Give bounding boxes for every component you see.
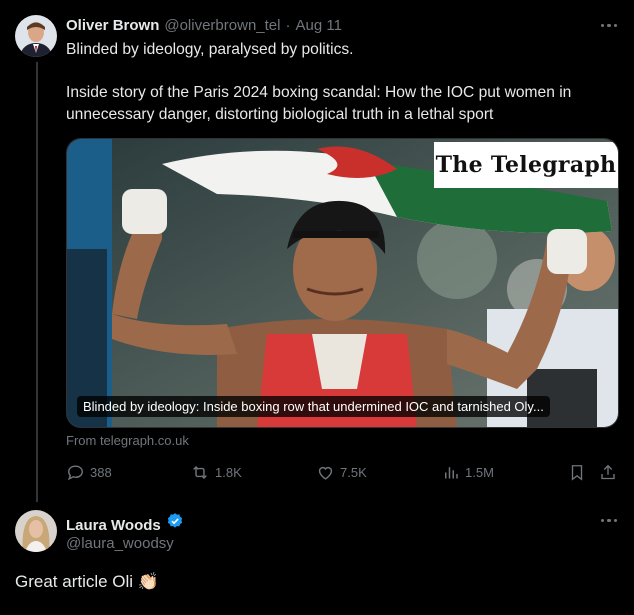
avatar[interactable] (15, 15, 57, 57)
reply-avatar[interactable] (15, 510, 57, 552)
logo-text: The Telegraph (435, 152, 617, 178)
tweet-date[interactable]: Aug 11 (295, 17, 341, 34)
share-icon (601, 464, 615, 480)
views-bar-chart-icon (445, 467, 458, 479)
separator-dot: · (285, 17, 291, 34)
author-name[interactable]: Oliver Brown (66, 17, 159, 34)
reply-text-content: Great article Oli (15, 572, 134, 591)
profile-photo (15, 15, 57, 57)
like-count: 7.5K (340, 465, 367, 480)
reply-profile-photo (15, 510, 57, 552)
bookmark-button[interactable] (568, 463, 586, 482)
card-caption[interactable]: Blinded by ideology: Inside boxing row t… (77, 396, 550, 417)
repost-button[interactable]: 1.8K (190, 463, 242, 482)
card-source[interactable]: From telegraph.co.uk (66, 433, 189, 448)
views-button[interactable]: 1.5M (442, 463, 494, 482)
verified-badge-icon[interactable] (166, 512, 184, 530)
thread-line (36, 62, 38, 502)
repost-icon (193, 465, 207, 480)
more-options-icon[interactable] (601, 24, 618, 28)
tweet-text-line-1: Blinded by ideology, paralysed by politi… (66, 41, 354, 58)
author-handle[interactable]: @oliverbrown_tel (164, 17, 280, 34)
link-card[interactable]: The Telegraph Blinded by ideology: Insid… (66, 138, 619, 428)
like-button[interactable]: 7.5K (316, 463, 367, 482)
telegraph-logo: The Telegraph (434, 142, 618, 188)
tweet-header: Oliver Brown @oliverbrown_tel · Aug 11 (66, 17, 342, 34)
share-button[interactable] (599, 463, 617, 482)
reply-icon (67, 465, 83, 481)
repost-count: 1.8K (215, 465, 242, 480)
tweet-text-line-3: unnecessary danger, distorting biologica… (66, 106, 494, 123)
action-bar: 388 1.8K 7.5K 1.5M (66, 463, 619, 487)
bookmark-icon (571, 465, 583, 481)
reply-header: Laura Woods (66, 512, 184, 534)
heart-icon (318, 466, 333, 480)
reply-button[interactable]: 388 (66, 463, 112, 482)
reply-text: Great article Oli 👏🏻 (15, 570, 159, 594)
tweet-text-line-2: Inside story of the Paris 2024 boxing sc… (66, 84, 572, 101)
reply-count: 388 (90, 465, 112, 480)
view-count: 1.5M (465, 465, 494, 480)
reply-more-options-icon[interactable] (601, 519, 618, 523)
reply-author-name[interactable]: Laura Woods (66, 517, 161, 534)
reply-author-handle[interactable]: @laura_woodsy (66, 535, 174, 552)
clapping-hands-emoji: 👏🏻 (137, 572, 159, 591)
